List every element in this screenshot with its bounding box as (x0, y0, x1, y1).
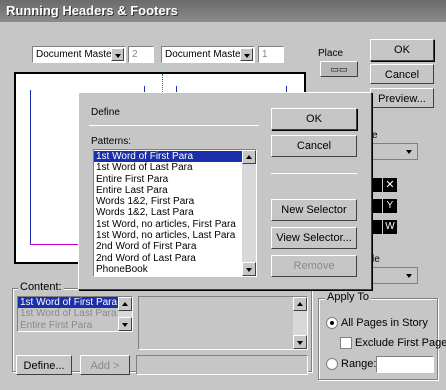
cancel-button[interactable]: Cancel (370, 64, 434, 84)
master-select-right[interactable]: Document Master (161, 46, 255, 63)
list-item[interactable]: 1st Word of Last Para (18, 308, 132, 319)
master-num-right-value: 1 (262, 49, 268, 60)
pattern-list-item[interactable]: PhoneBook (94, 264, 242, 275)
master-select-left-value: Document Master (36, 49, 115, 60)
scroll-up-icon[interactable] (118, 297, 132, 311)
content-text-field[interactable] (136, 355, 308, 375)
preview-button[interactable]: Preview... (370, 88, 434, 108)
remove-button[interactable]: Remove (271, 255, 357, 277)
x-icon[interactable]: ✕ (383, 178, 397, 192)
pattern-list-item[interactable]: 1st Word of Last Para (94, 162, 242, 173)
scroll-down-icon[interactable] (293, 335, 307, 349)
exclude-first-label: Exclude First Page (355, 337, 446, 349)
scroll-down-icon[interactable] (118, 317, 132, 331)
master-num-left[interactable]: 2 (128, 46, 154, 63)
chevron-down-icon[interactable] (403, 145, 416, 158)
place-label: Place (318, 48, 344, 59)
master-select-right-value: Document Master (165, 49, 244, 60)
scroll-up-icon[interactable] (293, 297, 307, 311)
patterns-label: Patterns: (91, 136, 132, 147)
window-title: Running Headers & Footers (6, 3, 178, 18)
pattern-list-item[interactable]: Words 1&2, First Para (94, 196, 242, 207)
pattern-list-item[interactable]: 1st Word, no articles, Last Para (94, 230, 242, 241)
pattern-list-item[interactable]: 2nd Word of First Para (94, 241, 242, 252)
divider (89, 125, 259, 126)
scroll-down-icon[interactable] (242, 262, 256, 276)
margin-guide-left (30, 90, 31, 245)
content-preview-box[interactable] (138, 296, 308, 350)
exclude-first-checkbox[interactable] (340, 337, 352, 349)
pattern-list-item[interactable]: 1st Word of First Para (94, 151, 242, 163)
define-dialog: Define Patterns: 1st Word of First Para 1… (78, 92, 372, 290)
title-bar[interactable]: Running Headers & Footers (0, 0, 446, 22)
w-icon[interactable]: W (383, 220, 397, 234)
chevron-down-icon[interactable] (111, 48, 124, 61)
define-dialog-title: Define (91, 107, 120, 118)
content-scrollbar[interactable] (118, 297, 132, 331)
master-select-left[interactable]: Document Master (32, 46, 126, 63)
preview-scrollbar[interactable] (293, 297, 307, 349)
pattern-list-item[interactable]: Entire First Para (94, 174, 242, 185)
pattern-list-item[interactable]: 1st Word, no articles, First Para (94, 219, 242, 230)
ok-button[interactable]: OK (370, 39, 434, 61)
define-button[interactable]: Define... (16, 355, 72, 375)
apply-to-label: Apply To (325, 291, 371, 303)
running-headers-window: Running Headers & Footers Document Maste… (0, 0, 446, 390)
all-pages-label: All Pages in Story (341, 317, 428, 329)
range-label: Range: (341, 358, 377, 370)
all-pages-radio[interactable] (326, 317, 338, 329)
place-icon[interactable]: ▭▭ (320, 61, 358, 77)
define-cancel-button[interactable]: Cancel (271, 135, 357, 157)
patterns-scrollbar[interactable] (242, 150, 256, 276)
add-button[interactable]: Add > (80, 355, 130, 375)
divider (271, 173, 357, 174)
chevron-down-icon[interactable] (240, 48, 253, 61)
pattern-list-item[interactable]: Words 1&2, Last Para (94, 207, 242, 218)
range-radio[interactable] (326, 358, 338, 370)
chevron-down-icon[interactable] (403, 269, 416, 282)
view-selector-button[interactable]: View Selector... (271, 227, 357, 249)
content-label: Content: (18, 281, 64, 293)
list-item[interactable]: 1st Word of First Para (18, 297, 132, 309)
master-num-left-value: 2 (132, 49, 138, 60)
patterns-list[interactable]: 1st Word of First Para 1st Word of Last P… (93, 149, 257, 277)
content-list[interactable]: 1st Word of First Para 1st Word of Last … (17, 296, 133, 332)
style-label: e (372, 130, 378, 141)
scroll-up-icon[interactable] (242, 150, 256, 164)
margin-guide-bottom (30, 244, 80, 245)
style2-label: le (372, 254, 380, 265)
define-ok-button[interactable]: OK (271, 108, 357, 130)
range-input[interactable] (376, 356, 434, 373)
pattern-list-item[interactable]: 2nd Word of Last Para (94, 253, 242, 264)
pattern-list-item[interactable]: Entire Last Para (94, 185, 242, 196)
y-icon[interactable]: Y (383, 199, 397, 213)
new-selector-button[interactable]: New Selector (271, 199, 357, 221)
master-num-right[interactable]: 1 (258, 46, 284, 63)
list-item[interactable]: Entire First Para (18, 320, 132, 331)
